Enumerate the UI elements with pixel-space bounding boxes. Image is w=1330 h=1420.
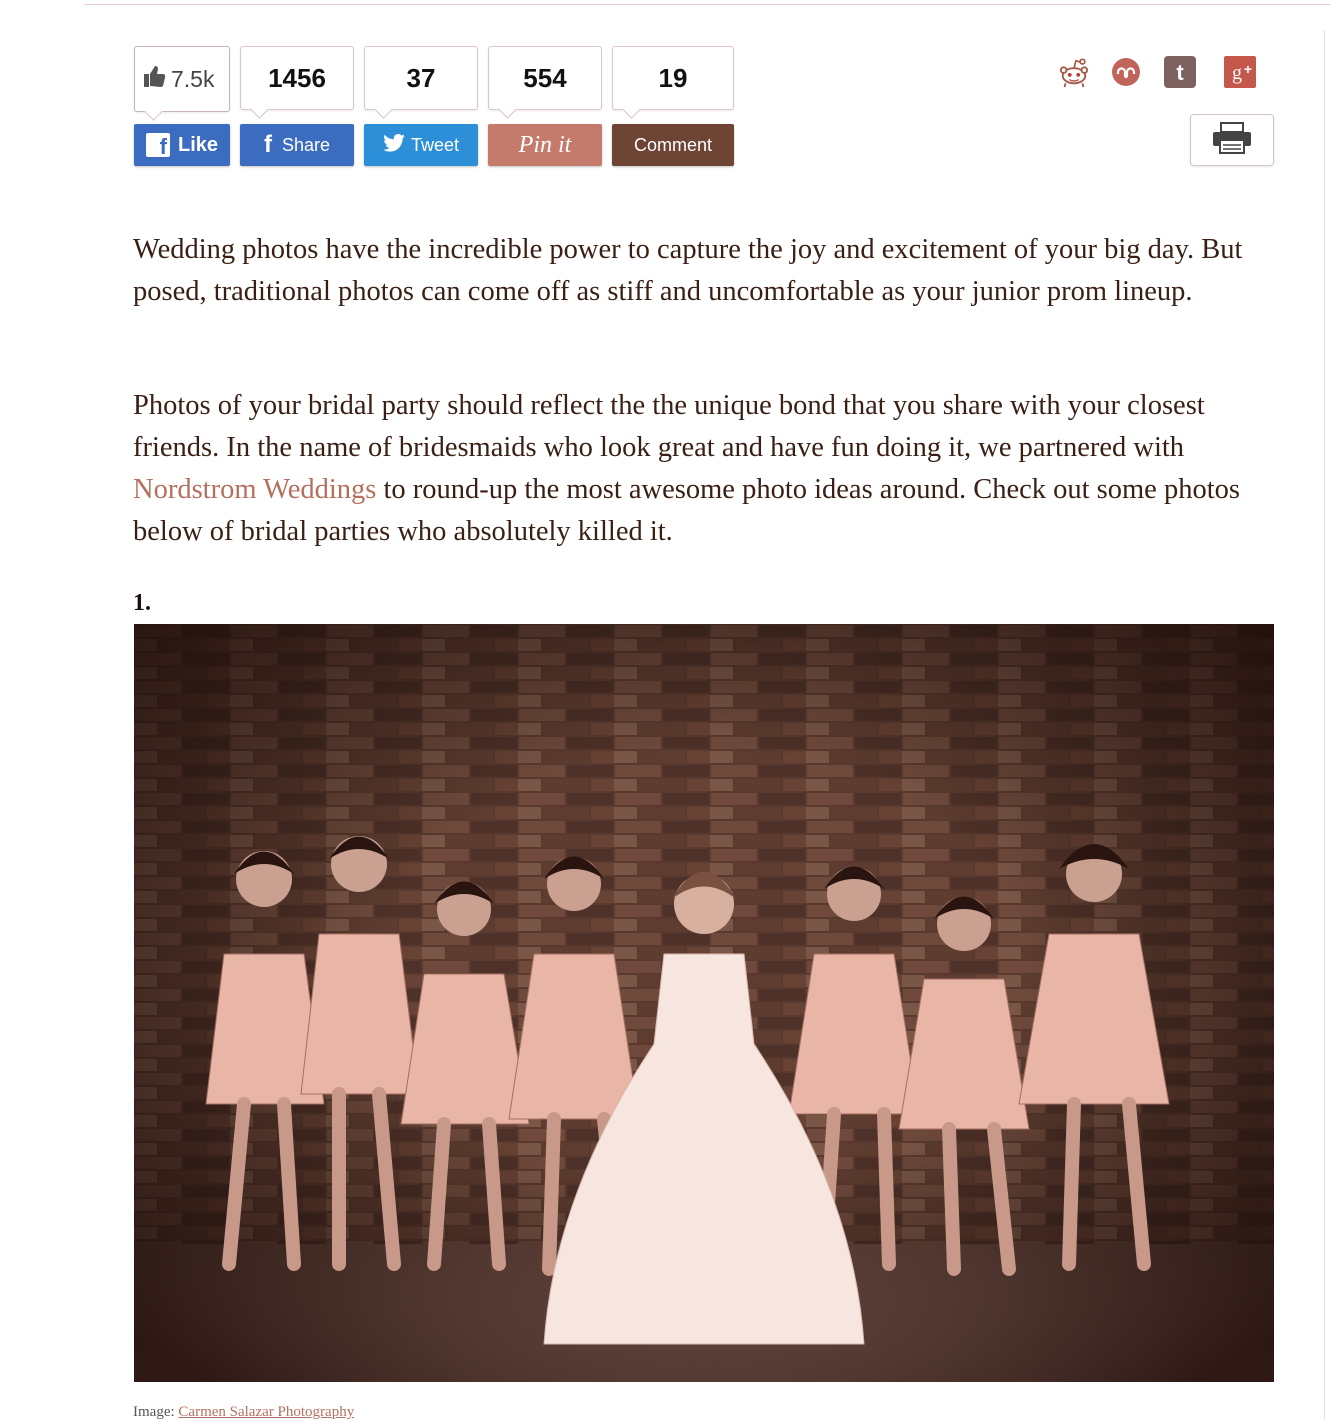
svg-text:+: + bbox=[1244, 61, 1252, 77]
pin-it-label: Pin it bbox=[518, 131, 572, 158]
pin-it-button[interactable]: Pin it bbox=[488, 124, 602, 166]
intro-paragraph: Wedding photos have the incredible power… bbox=[133, 234, 1243, 307]
bridal-party-paragraph: Photos of your bridal party should refle… bbox=[133, 385, 1283, 553]
pin-count: 554 bbox=[488, 46, 602, 110]
comment-count: 19 bbox=[612, 46, 734, 110]
print-icon bbox=[1211, 121, 1253, 160]
reddit-icon[interactable] bbox=[1058, 56, 1090, 88]
share-count: 1456 bbox=[240, 46, 354, 110]
facebook-like-count-value: 7.5k bbox=[171, 65, 215, 92]
svg-text:g: g bbox=[1232, 62, 1242, 84]
right-divider bbox=[1324, 30, 1325, 1420]
facebook-like-button[interactable]: f Like bbox=[134, 124, 230, 166]
facebook-f-icon: f bbox=[263, 131, 272, 158]
thumbs-up-icon bbox=[141, 63, 167, 95]
like-label: Like bbox=[177, 133, 219, 156]
tweet-label: Tweet bbox=[410, 134, 460, 155]
comment-label: Comment bbox=[633, 134, 713, 155]
item-number: 1. bbox=[133, 590, 151, 616]
twitter-bird-icon bbox=[383, 133, 405, 157]
tweet-button[interactable]: Tweet bbox=[364, 124, 478, 166]
comment-button[interactable]: Comment bbox=[612, 124, 734, 166]
share-label: Share bbox=[281, 134, 331, 155]
facebook-icon: f bbox=[145, 133, 170, 159]
paragraph-text-before-link: Photos of your bridal party should refle… bbox=[133, 390, 1205, 463]
facebook-like-count: 7.5k bbox=[134, 46, 230, 112]
print-button[interactable] bbox=[1190, 114, 1274, 166]
image-caption: Image: Carmen Salazar Photography bbox=[133, 1404, 354, 1420]
photographer-link[interactable]: Carmen Salazar Photography bbox=[178, 1404, 354, 1420]
google-plus-icon[interactable]: g + bbox=[1224, 56, 1256, 88]
facebook-share-button[interactable]: f Share bbox=[240, 124, 354, 166]
tweet-count: 37 bbox=[364, 46, 478, 110]
stumbleupon-icon[interactable] bbox=[1110, 56, 1142, 88]
top-divider bbox=[84, 4, 1330, 5]
svg-text:t: t bbox=[1176, 60, 1184, 85]
nordstrom-weddings-link[interactable]: Nordstrom Weddings bbox=[133, 474, 376, 505]
tumblr-icon[interactable]: t bbox=[1164, 56, 1196, 88]
caption-label: Image: bbox=[133, 1404, 179, 1420]
bridal-party-photo bbox=[134, 624, 1274, 1382]
